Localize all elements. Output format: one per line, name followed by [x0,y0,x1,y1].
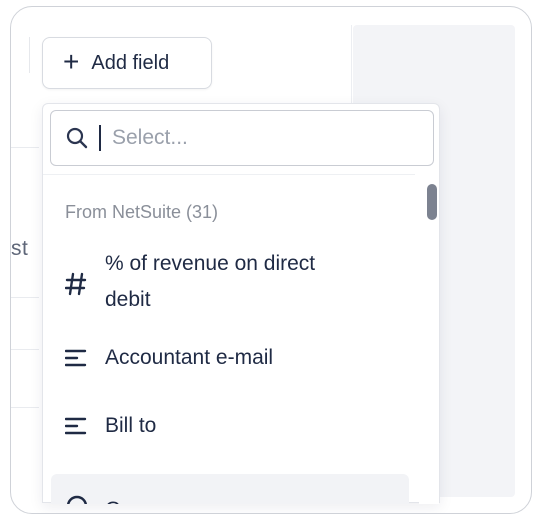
search-field[interactable] [50,110,434,166]
text-cursor [99,125,101,151]
text-lines-icon [65,417,87,435]
list-item[interactable]: Bill to [43,404,415,448]
field-list: From NetSuite (31) % of revenue on direc… [43,176,415,504]
text-lines-icon [65,349,87,367]
list-item[interactable]: % of revenue on direct debit [43,244,415,322]
left-panel-stub [11,37,30,73]
add-field-button[interactable]: + Add field [42,37,212,89]
scrollbar-thumb[interactable] [427,184,437,220]
add-field-label: Add field [91,51,170,74]
divider [43,174,415,175]
field-dropdown: From NetSuite (31) % of revenue on direc… [42,103,440,504]
scrollbar-track[interactable] [419,176,439,504]
divider [11,407,39,408]
item-label: C... [105,492,138,504]
divider [11,297,39,298]
hash-icon [65,272,87,296]
list-item-hovered[interactable]: C... [51,474,409,504]
group-label: From NetSuite (31) [65,202,219,222]
item-label-continued: debit [105,288,151,311]
divider [11,147,39,148]
circle-icon [67,495,87,504]
divider [11,349,39,350]
plus-icon: + [63,45,80,77]
dialog-frame: st + Add field From NetSuite (31) [10,6,532,514]
item-label: % of revenue on direct [105,252,316,275]
search-input[interactable] [112,126,392,150]
list-item[interactable]: Accountant e-mail [43,336,415,380]
left-column-fragment: st [11,237,29,260]
item-label: Bill to [105,414,157,437]
search-icon [66,127,88,149]
item-label: Accountant e-mail [105,346,274,369]
